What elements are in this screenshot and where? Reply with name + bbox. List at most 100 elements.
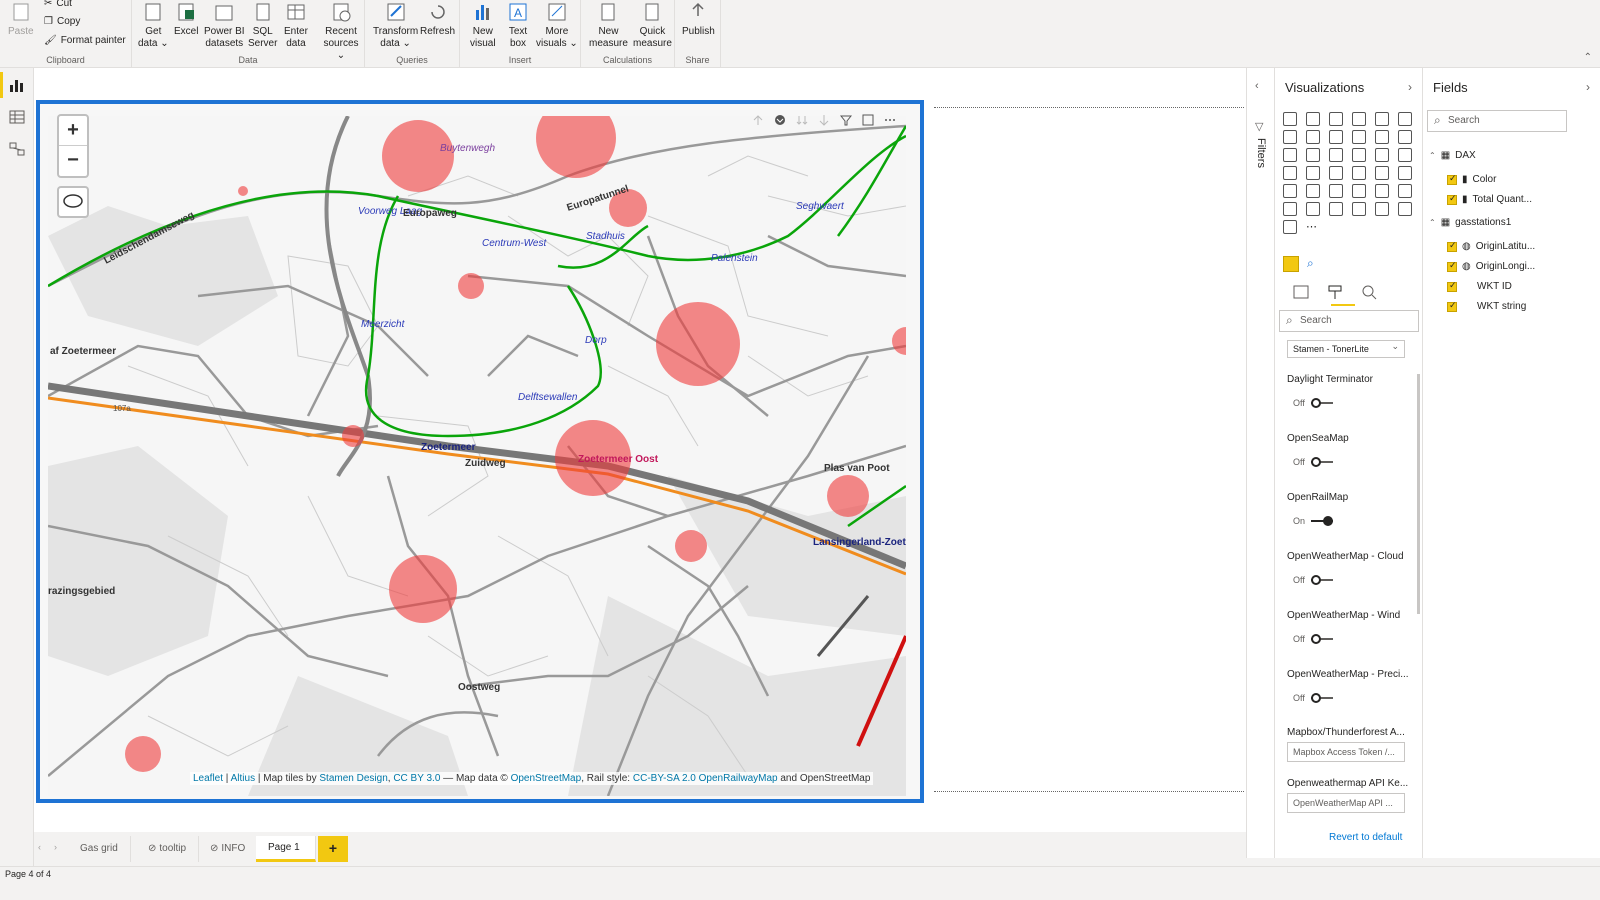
focus-mode-icon[interactable]: [862, 114, 874, 126]
data-view-icon[interactable]: [9, 110, 25, 124]
excel-button[interactable]: Excel: [174, 2, 198, 38]
sql-server-button[interactable]: SQL Server: [248, 2, 277, 50]
paste-button[interactable]: Paste: [8, 2, 34, 38]
field-origin-longitude[interactable]: ◍OriginLongi...: [1447, 260, 1535, 272]
lasso-select-button[interactable]: [57, 186, 89, 218]
stamen-link[interactable]: Stamen Design: [319, 773, 387, 784]
filter-icon[interactable]: [840, 114, 852, 126]
power-apps-icon[interactable]: [1283, 220, 1297, 234]
zoom-out-button[interactable]: −: [59, 146, 87, 176]
transform-data-button[interactable]: Transform data ⌄: [373, 2, 418, 50]
field-color[interactable]: ▮Color: [1447, 173, 1496, 185]
pie-icon[interactable]: [1352, 148, 1366, 162]
line-column-icon[interactable]: [1352, 130, 1366, 144]
kpi-icon[interactable]: [1306, 184, 1320, 198]
narrative-icon[interactable]: [1375, 202, 1389, 216]
openseamap-toggle[interactable]: Off: [1293, 457, 1333, 467]
cut-button[interactable]: ✂ Cut: [44, 0, 72, 9]
filters-pane-collapsed[interactable]: ‹ ▽ Filters: [1246, 68, 1274, 858]
drill-up-icon[interactable]: [752, 114, 764, 126]
key-influencers-icon[interactable]: [1306, 202, 1320, 216]
line-clustered-icon[interactable]: [1375, 130, 1389, 144]
100-column-icon[interactable]: [1398, 112, 1412, 126]
expand-next-level-icon[interactable]: [796, 114, 808, 126]
new-visual-button[interactable]: New visual: [470, 2, 496, 50]
prev-page-icon[interactable]: ‹: [38, 842, 41, 852]
osm-link[interactable]: OpenStreetMap: [511, 773, 582, 784]
card-icon[interactable]: [1398, 166, 1412, 180]
python-visual-icon[interactable]: [1283, 202, 1297, 216]
azure-map-icon[interactable]: [1352, 166, 1366, 180]
owm-wind-toggle[interactable]: Off: [1293, 634, 1333, 644]
ribbon-chart-icon[interactable]: [1398, 130, 1412, 144]
field-origin-latitude[interactable]: ◍OriginLatitu...: [1447, 240, 1535, 252]
r-visual-icon[interactable]: [1398, 184, 1412, 198]
more-options-icon[interactable]: [884, 114, 896, 126]
stacked-area-icon[interactable]: [1329, 130, 1343, 144]
owm-api-key-input[interactable]: OpenWeatherMap API ...: [1287, 793, 1405, 813]
tab-tooltip[interactable]: ⊘ tooltip: [136, 836, 200, 862]
checkbox[interactable]: [1447, 260, 1457, 272]
analytics-icon[interactable]: [1361, 284, 1377, 300]
zoom-in-button[interactable]: +: [59, 116, 87, 146]
chevron-left-icon[interactable]: ‹: [1255, 80, 1259, 92]
map-icon[interactable]: [1283, 166, 1297, 180]
daylight-terminator-toggle[interactable]: Off: [1293, 398, 1333, 408]
field-wkt-id[interactable]: WKT ID: [1447, 280, 1512, 292]
text-box-button[interactable]: A Text box: [507, 2, 529, 50]
checkbox[interactable]: [1447, 300, 1457, 312]
chevron-right-icon[interactable]: ›: [1408, 80, 1412, 94]
area-chart-icon[interactable]: [1306, 130, 1320, 144]
table-icon[interactable]: [1352, 184, 1366, 198]
format-painter-button[interactable]: 🖌 Format painter: [44, 35, 126, 46]
tab-info[interactable]: ⊘ INFO: [198, 836, 259, 862]
copy-button[interactable]: ❐ Copy: [44, 16, 80, 27]
field-wkt-string[interactable]: WKT string: [1447, 300, 1526, 312]
tab-gas-grid[interactable]: Gas grid: [68, 836, 131, 862]
leaflet-map[interactable]: Buytenwegh Voorweg Laag Centrum-West Sta…: [48, 116, 906, 796]
fields-search-input[interactable]: Search: [1427, 110, 1567, 132]
owm-precipitation-toggle[interactable]: Off: [1293, 693, 1333, 703]
expand-all-icon[interactable]: [818, 114, 830, 126]
100-bar-icon[interactable]: [1375, 112, 1389, 126]
filled-map-icon[interactable]: [1306, 166, 1320, 180]
checkbox[interactable]: [1447, 280, 1457, 292]
enter-data-button[interactable]: Enter data: [284, 2, 308, 50]
owm-cloud-toggle[interactable]: Off: [1293, 575, 1333, 585]
donut-icon[interactable]: [1375, 148, 1389, 162]
fields-well-icon[interactable]: [1293, 284, 1309, 300]
format-search-input[interactable]: Search: [1279, 310, 1419, 332]
clustered-bar-icon[interactable]: [1329, 112, 1343, 126]
drill-down-icon[interactable]: [774, 114, 786, 126]
matrix-icon[interactable]: [1375, 184, 1389, 198]
powerbi-datasets-button[interactable]: Power BI datasets: [204, 2, 245, 50]
checkbox[interactable]: [1447, 193, 1457, 205]
table-gasstations1[interactable]: ⌃ ▦ gasstations1: [1429, 217, 1511, 228]
new-measure-button[interactable]: New measure: [589, 2, 628, 50]
add-page-button[interactable]: +: [318, 836, 348, 862]
recent-sources-button[interactable]: Recent sources ⌄: [318, 2, 364, 62]
map-visual[interactable]: Buytenwegh Voorweg Laag Centrum-West Sta…: [36, 100, 924, 803]
leaflet-link[interactable]: Leaflet: [193, 773, 223, 784]
more-visuals-button[interactable]: More visuals ⌄: [536, 2, 578, 50]
line-chart-icon[interactable]: [1283, 130, 1297, 144]
table-dax[interactable]: ⌃ ▦ DAX: [1429, 150, 1476, 161]
clustered-column-icon[interactable]: [1352, 112, 1366, 126]
slicer-icon[interactable]: [1329, 184, 1343, 198]
treemap-icon[interactable]: [1398, 148, 1412, 162]
checkbox[interactable]: [1447, 173, 1457, 185]
orm-link[interactable]: OpenRailwayMap: [699, 773, 778, 784]
field-total-quantity[interactable]: ▮Total Quant...: [1447, 193, 1532, 205]
publish-button[interactable]: Publish: [682, 2, 715, 38]
more-visuals-icon[interactable]: ⋯: [1306, 220, 1320, 234]
model-view-icon[interactable]: [9, 142, 25, 156]
ccby-link[interactable]: CC BY 3.0: [393, 773, 440, 784]
scatter-icon[interactable]: [1329, 148, 1343, 162]
collapse-ribbon-icon[interactable]: ⌃: [1584, 52, 1592, 63]
funnel-icon[interactable]: [1306, 148, 1320, 162]
search-visual-icon[interactable]: ⌕: [1307, 256, 1314, 271]
quick-measure-button[interactable]: Quick measure: [633, 2, 672, 50]
multirow-card-icon[interactable]: [1283, 184, 1297, 198]
waterfall-icon[interactable]: [1283, 148, 1297, 162]
revert-to-default-link[interactable]: Revert to default: [1329, 832, 1402, 843]
